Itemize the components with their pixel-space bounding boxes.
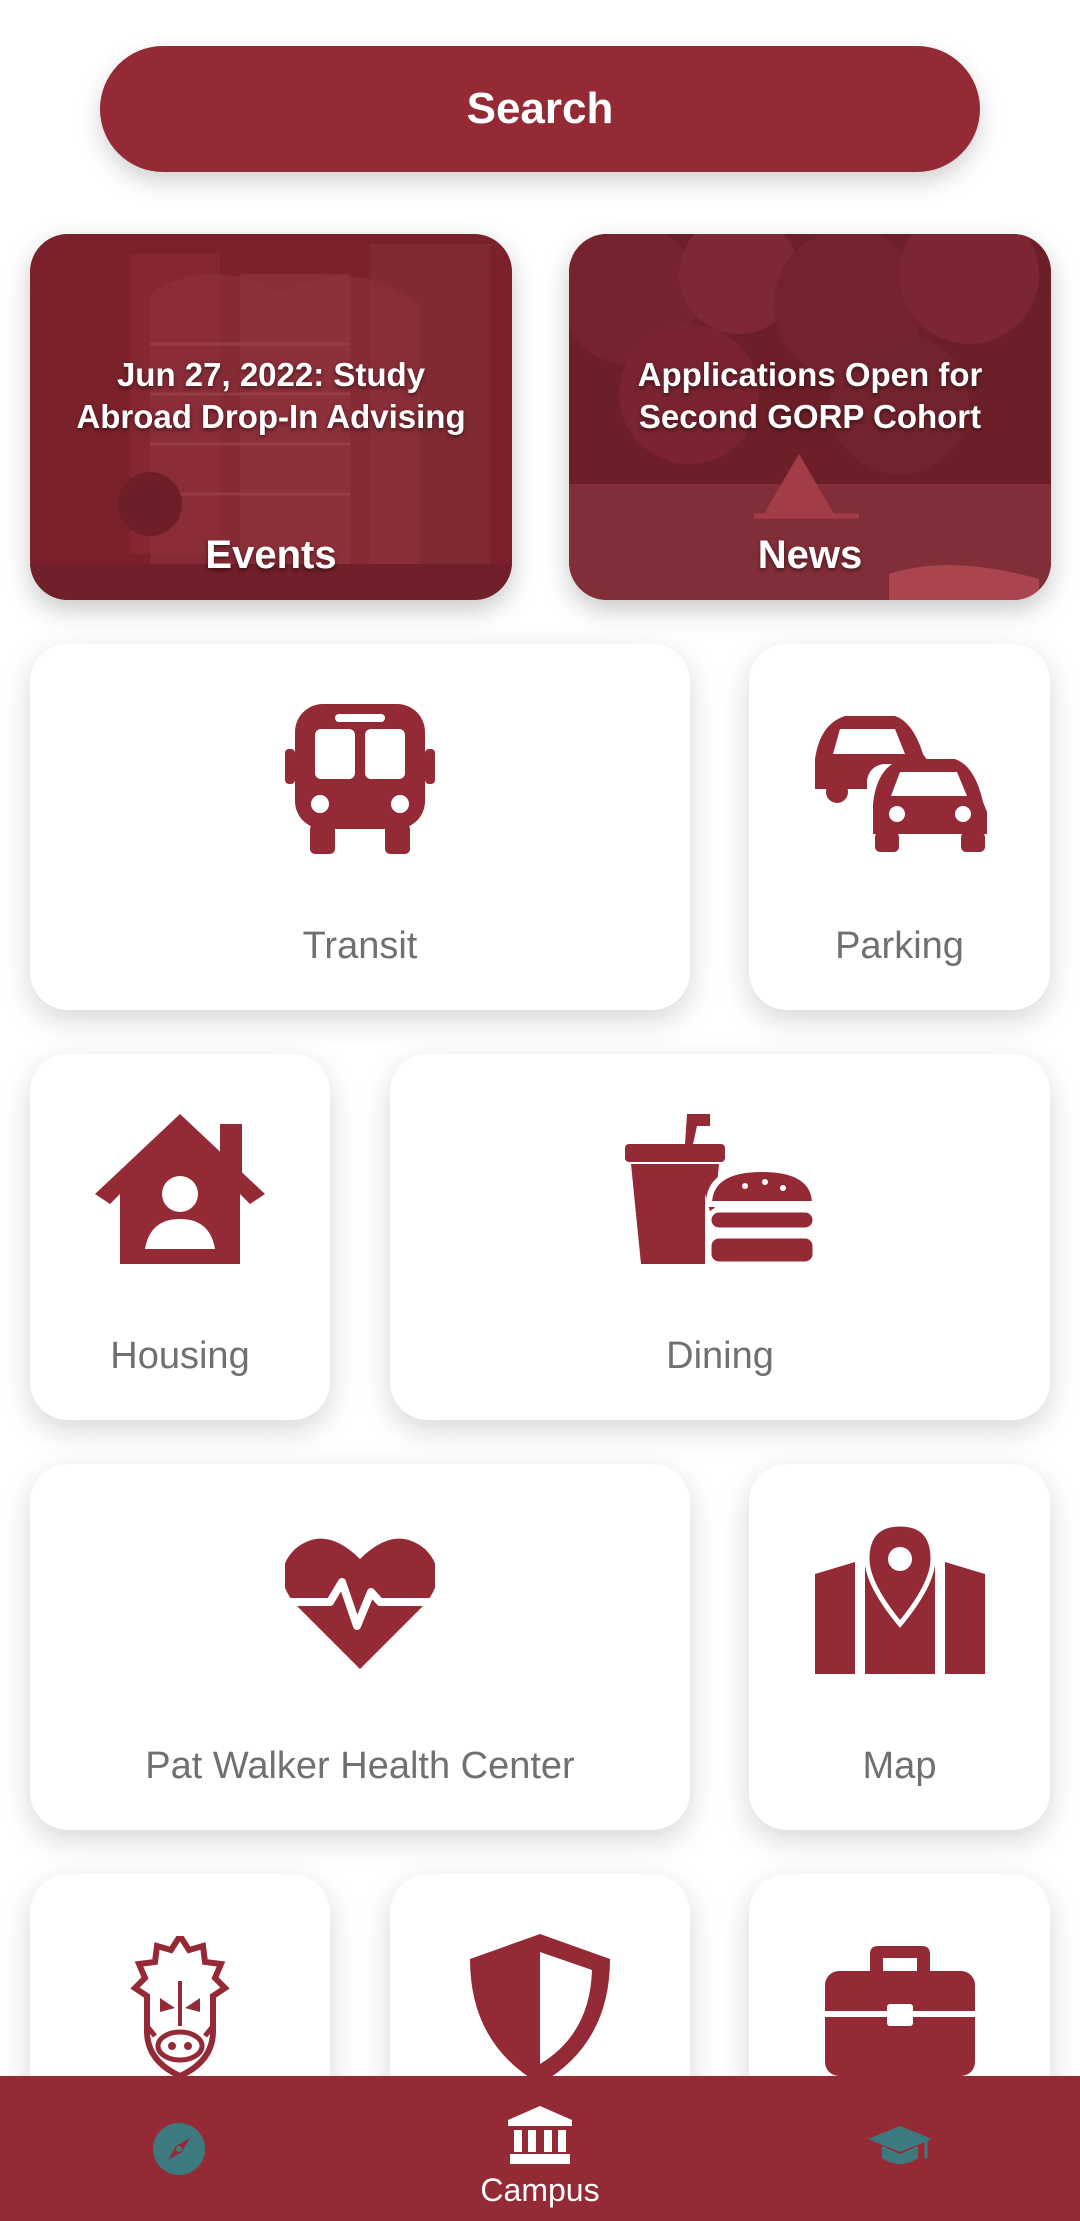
- nav-explore[interactable]: [0, 2076, 360, 2221]
- transit-tile[interactable]: Transit: [30, 644, 690, 1010]
- compass-icon: [153, 2123, 205, 2175]
- events-card[interactable]: Jun 27, 2022: Study Abroad Drop-In Advis…: [30, 234, 512, 600]
- heartbeat-icon: [285, 1538, 435, 1669]
- map-label: Map: [862, 1745, 937, 1787]
- news-label: News: [757, 533, 863, 577]
- map-tile[interactable]: Map: [749, 1464, 1050, 1830]
- transit-label: Transit: [302, 925, 418, 967]
- news-card[interactable]: Applications Open for Second GORP Cohort…: [569, 234, 1051, 600]
- search-button[interactable]: Search: [100, 46, 980, 172]
- housing-label: Housing: [110, 1335, 250, 1377]
- events-label: Events: [205, 533, 337, 577]
- graduation-cap-icon: [868, 2126, 932, 2164]
- health-center-tile[interactable]: Pat Walker Health Center: [30, 1464, 690, 1830]
- nav-academics[interactable]: [720, 2076, 1080, 2221]
- events-headline: Jun 27, 2022: Study Abroad Drop-In Advis…: [76, 356, 466, 435]
- parking-label: Parking: [835, 925, 964, 967]
- razorback-icon: [130, 1936, 230, 2076]
- nav-campus-label: Campus: [480, 2172, 600, 2208]
- shield-icon: [470, 1934, 610, 2084]
- map-pin-icon: [814, 1524, 985, 1674]
- cars-icon: [814, 716, 987, 852]
- nav-campus[interactable]: Campus: [360, 2076, 720, 2221]
- health-center-label: Pat Walker Health Center: [145, 1745, 575, 1787]
- bus-icon: [285, 704, 435, 854]
- house-user-icon: [95, 1114, 265, 1264]
- news-headline: Applications Open for Second GORP Cohort: [637, 356, 983, 435]
- drink-burger-icon: [625, 1114, 815, 1264]
- briefcase-icon: [824, 1946, 975, 2076]
- university-icon: [508, 2106, 572, 2164]
- dining-tile[interactable]: Dining: [390, 1054, 1050, 1420]
- dining-label: Dining: [666, 1335, 774, 1377]
- bottom-navigation-bar: Campus: [0, 2076, 1080, 2221]
- parking-tile[interactable]: Parking: [749, 644, 1050, 1010]
- housing-tile[interactable]: Housing: [30, 1054, 330, 1420]
